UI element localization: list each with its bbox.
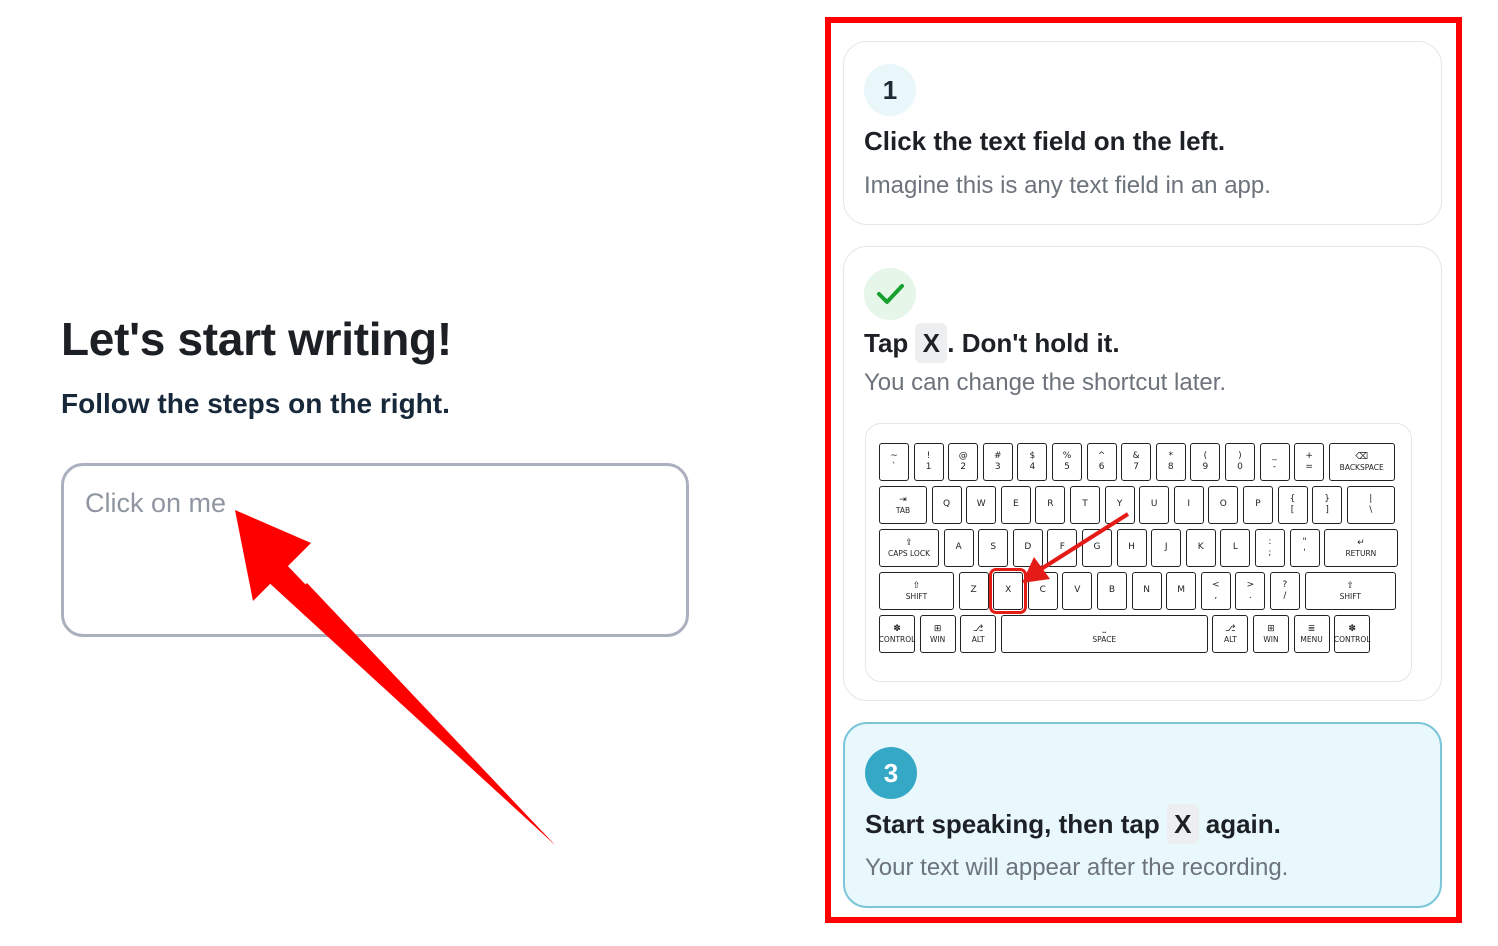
keyboard-key-w: W	[966, 486, 997, 524]
keyboard-key-: _ -	[1259, 443, 1290, 481]
keyboard-key-z: Z	[958, 572, 989, 610]
step-title-3-suffix: again.	[1205, 808, 1281, 839]
keyboard-key-8: * 8	[1155, 443, 1186, 481]
keyboard-key-capslock: ⇪ CAPS LOCK	[879, 529, 939, 567]
keyboard-key-q: Q	[931, 486, 962, 524]
keyboard-key-u: U	[1139, 486, 1170, 524]
keyboard-key-shift: ⇧ SHIFT	[879, 572, 954, 610]
keyboard-key-0: ) 0	[1224, 443, 1255, 481]
keyboard-key-control: ✽ CONTROL	[879, 615, 915, 653]
step-badge-2	[864, 268, 916, 320]
keyboard-key-i: I	[1173, 486, 1204, 524]
keyboard-key-alt: ⎇ ALT	[960, 615, 997, 653]
step-title-2: Tap X . Don't hold it.	[864, 323, 1120, 363]
keyboard-key-alt: ⎇ ALT	[1212, 615, 1249, 653]
keyboard-key-: {[	[1277, 486, 1308, 524]
keyboard-key-6: ^ 6	[1086, 443, 1117, 481]
keyboard-row: ⇪ CAPS LOCK A S D F G H J K L:; " ' ↵ RETURN	[879, 529, 1398, 567]
keyboard-key-: >.	[1235, 572, 1266, 610]
keyboard-key-tab: ⇥ TAB	[879, 486, 927, 524]
keyboard-key-o: O	[1208, 486, 1239, 524]
step-title-3: Start speaking, then tap X again.	[865, 804, 1281, 844]
step-description-2: You can change the shortcut later.	[864, 369, 1227, 396]
step-description-1: Imagine this is any text field in an app…	[864, 172, 1271, 199]
keyboard-key-win: ⊞ WIN	[919, 615, 956, 653]
keyboard-row: ✽ CONTROL ⊞ WIN ⎇ ALT ⎵ SPACE ⎇ ALT ⊞ WIN ≣ MENU ✽ CONT…	[879, 615, 1370, 653]
keyboard-key-: " '	[1289, 529, 1320, 567]
checkmark-icon	[877, 284, 904, 304]
keyboard-key-space: ⎵ SPACE	[1000, 615, 1208, 653]
step-card-2[interactable]: Tap X . Don't hold it. You can change th…	[843, 246, 1442, 701]
annotation-arrow-to-field	[235, 510, 555, 845]
keyboard-key-n: N	[1131, 572, 1162, 610]
step-card-1[interactable]: 1 Click the text field on the left. Imag…	[843, 41, 1442, 225]
keyboard-key-j: J	[1151, 529, 1182, 567]
step-title-2-prefix: Tap	[864, 327, 909, 358]
page-title: Let's start writing!	[61, 313, 452, 365]
keyboard-key-win: ⊞ WIN	[1252, 615, 1289, 653]
keyboard-row: ⇧ SHIFT Z X C V B N M <, >.? / ⇧ SHIFT	[879, 568, 1397, 614]
keyboard-key-menu: ≣ MENU	[1293, 615, 1330, 653]
keyboard-key-backspace: ⌫ BACKSPACE	[1328, 443, 1395, 481]
shortcut-key-badge: X	[1166, 804, 1199, 844]
keyboard-key-p: P	[1242, 486, 1273, 524]
step-badge-1: 1	[864, 64, 916, 116]
keyboard-key-: :;	[1254, 529, 1285, 567]
shortcut-key-badge: X	[915, 323, 948, 363]
keyboard-key-3: #3	[982, 443, 1013, 481]
keyboard-key-: + =	[1294, 443, 1325, 481]
keyboard-key-9: (9	[1190, 443, 1221, 481]
step-card-3[interactable]: 3 Start speaking, then tap X again. Your…	[843, 722, 1442, 908]
step-title-3-prefix: Start speaking, then tap	[865, 808, 1160, 839]
keyboard-key-: | \	[1346, 486, 1395, 524]
keyboard-key-s: S	[978, 529, 1009, 567]
keyboard-key-k: K	[1185, 529, 1216, 567]
keyboard-illustration: ✽ CONTROL ⊞ WIN ⎇ ALT ⎵ SPACE ⎇ ALT ⊞ WIN ≣ MENU ✽ CONT…	[865, 423, 1412, 682]
keyboard-arrow-to-x-key	[1022, 512, 1130, 583]
step-badge-3: 3	[865, 747, 917, 799]
keyboard-key-5: % 5	[1051, 443, 1082, 481]
keyboard-key-7: & 7	[1121, 443, 1152, 481]
keyboard-key-: <,	[1200, 572, 1231, 610]
keyboard-key-: ? /	[1269, 572, 1300, 610]
keyboard-key-a: A	[943, 529, 974, 567]
keyboard-row: ⇥ TAB Q W E R T Y U I O P{[}] | \	[879, 486, 1395, 524]
keyboard-key-1: ! 1	[913, 443, 944, 481]
step-title-2-suffix: . Don't hold it.	[947, 327, 1120, 358]
keyboard-key-4: $4	[1017, 443, 1048, 481]
keyboard-key-: ~ `	[879, 443, 909, 481]
step-description-3: Your text will appear after the recordin…	[865, 854, 1289, 881]
keyboard-key-control: ✽ CONTROL	[1334, 615, 1370, 653]
keyboard-key-return: ↵ RETURN	[1324, 529, 1398, 567]
keyboard-key-shift: ⇧ SHIFT	[1304, 572, 1397, 610]
keyboard-row: ~ `! 1 @2 #3 $4% 5 ^ 6 & 7 * 8(9) 0 _ - + = ⌫ BACKSPACE	[879, 443, 1395, 481]
keyboard-key-: }]	[1312, 486, 1343, 524]
keyboard-key-2: @2	[948, 443, 979, 481]
keyboard-key-m: M	[1166, 572, 1197, 610]
page-subtitle: Follow the steps on the right.	[61, 388, 450, 419]
keyboard-key-l: L	[1220, 529, 1251, 567]
step-title-1: Click the text field on the left.	[864, 126, 1226, 156]
